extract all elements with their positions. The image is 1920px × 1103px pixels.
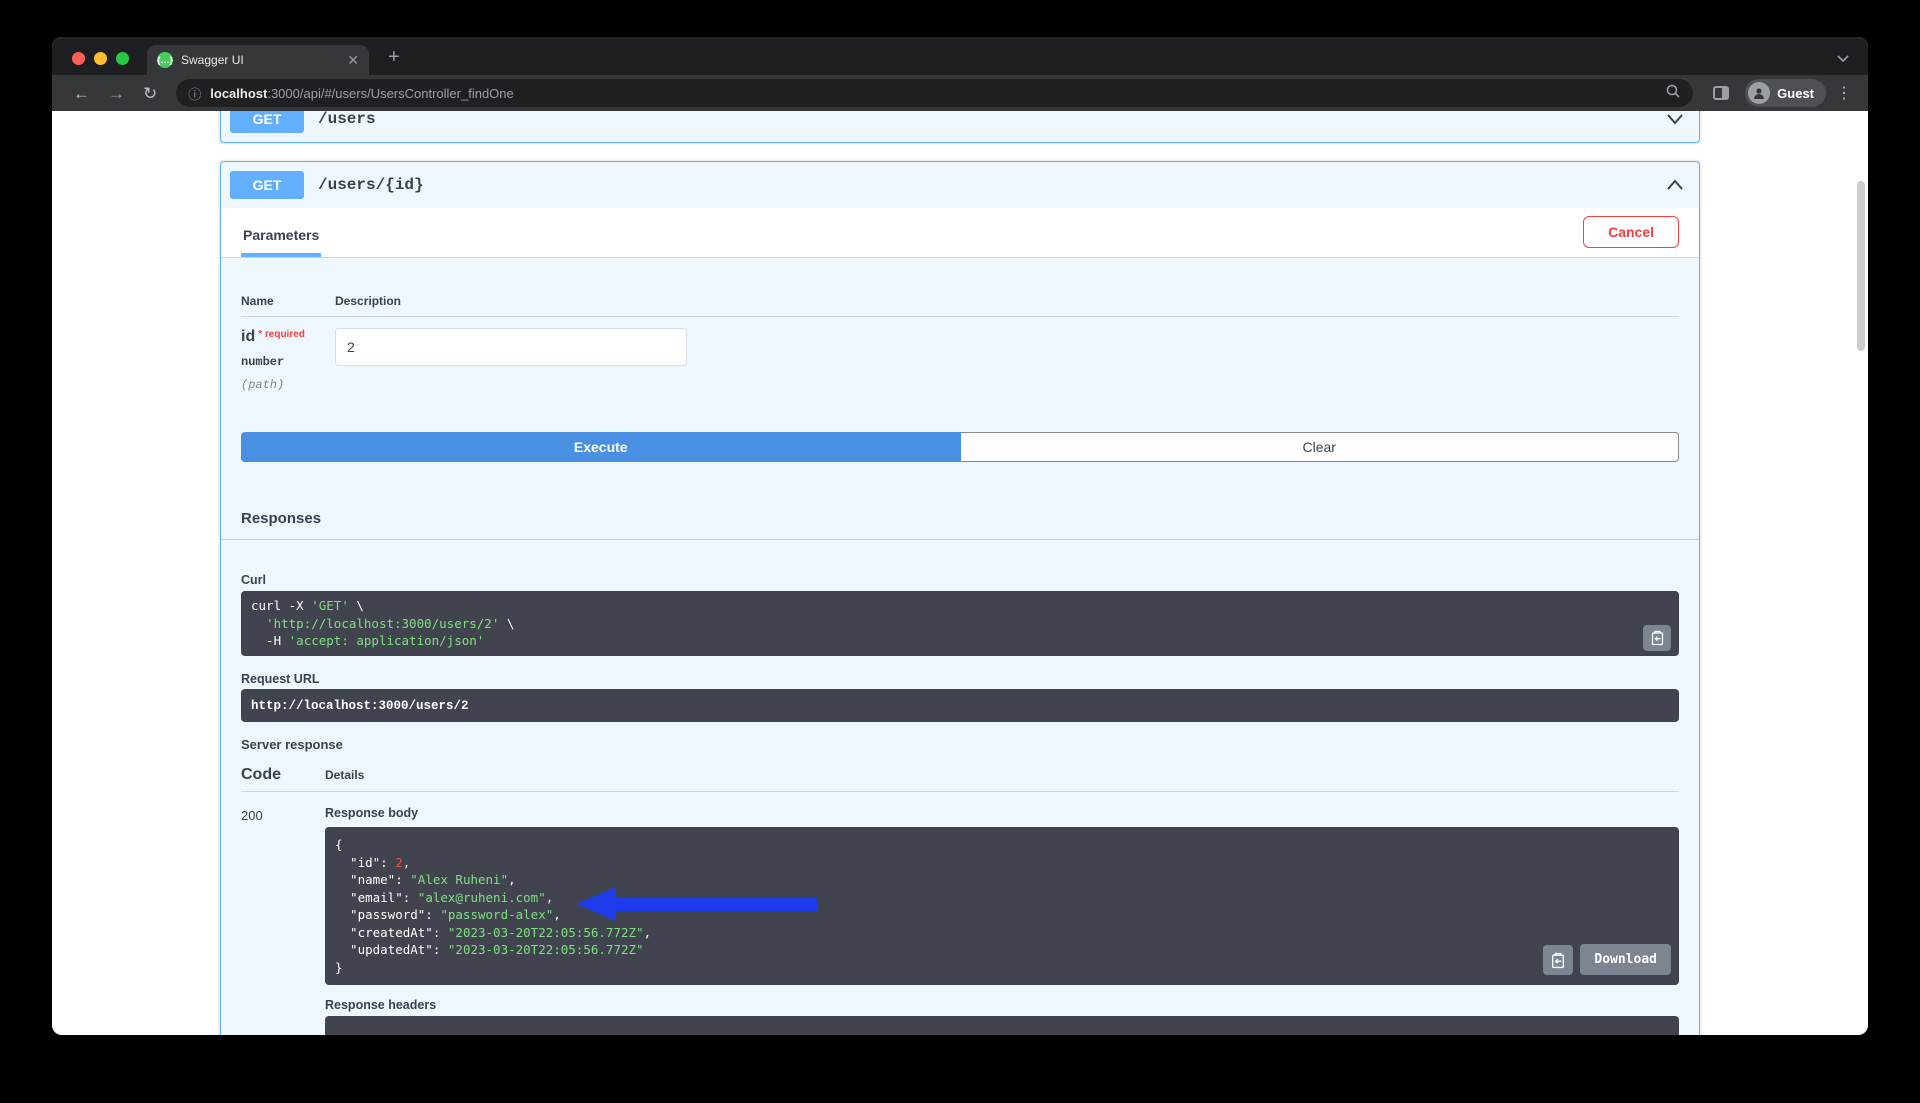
avatar-icon (1748, 82, 1771, 104)
request-url-block: http://localhost:3000/users/2 (241, 688, 1679, 722)
param-row-id: id * required number (path) (241, 317, 1679, 392)
response-row-200: 200 Response body { "id": 2, "name": "Al… (241, 806, 1679, 1035)
server-response-label: Server response (241, 737, 343, 752)
param-required-flag: * required (258, 329, 305, 340)
browser-tab[interactable]: {…} Swagger UI ✕ (147, 45, 369, 75)
response-headers-block (325, 1016, 1679, 1035)
response-body-json: { "id": 2, "name": "Alex Ruheni", "email… (335, 837, 652, 975)
method-badge: GET (230, 171, 304, 199)
response-body-label: Response body (325, 806, 419, 820)
chevron-up-icon (1665, 178, 1685, 192)
parameters-table: Name Description id * required number (pa… (221, 258, 1699, 392)
column-header-details: Details (325, 768, 365, 782)
scrollbar-thumb[interactable] (1857, 181, 1865, 351)
column-header-description: Description (335, 294, 402, 308)
param-name: id (241, 328, 256, 345)
response-table-header: Code Details (241, 766, 1679, 792)
copy-to-clipboard-button[interactable] (1643, 624, 1671, 651)
column-header-name: Name (241, 294, 274, 308)
tab-search-chevron-icon[interactable] (1836, 50, 1850, 68)
url-text: localhost:3000/api/#/users/UsersControll… (210, 85, 514, 101)
reload-icon[interactable]: ↻ (143, 85, 157, 102)
parameters-tab-header: Parameters Cancel (221, 208, 1699, 258)
endpoint-path: /users/{id} (318, 176, 424, 194)
swagger-wrapper: GET /users GET /users/{id} Parameters Ca… (220, 111, 1700, 1035)
traffic-lights (72, 52, 129, 65)
new-tab-button[interactable]: + (388, 47, 400, 67)
chevron-down-icon (1665, 112, 1685, 126)
site-info-icon[interactable]: ⓘ (188, 84, 201, 103)
param-id-input[interactable] (335, 328, 687, 366)
swagger-favicon-icon: {…} (157, 52, 173, 68)
forward-icon[interactable]: → (108, 85, 125, 102)
back-icon[interactable]: ← (73, 85, 90, 102)
side-panel-icon[interactable] (1713, 86, 1730, 100)
search-icon[interactable] (1665, 83, 1681, 104)
opblock-get-users-id-header[interactable]: GET /users/{id} (221, 162, 1699, 208)
cancel-button[interactable]: Cancel (1583, 216, 1679, 248)
browser-toolbar: ← → ↻ ⓘ localhost:3000/api/#/users/Users… (52, 75, 1868, 111)
request-url-label: Request URL (241, 671, 320, 686)
profile-button[interactable]: Guest (1745, 79, 1826, 107)
responses-heading: Responses (221, 510, 1699, 540)
browser-menu-icon[interactable]: ⋮ (1836, 83, 1852, 103)
address-bar[interactable]: ⓘ localhost:3000/api/#/users/UsersContro… (176, 79, 1694, 107)
swagger-page: GET /users GET /users/{id} Parameters Ca… (52, 111, 1868, 1035)
column-header-code: Code (241, 766, 281, 783)
browser-window: {…} Swagger UI ✕ + ← → ↻ ⓘ localhost:300… (52, 37, 1868, 1035)
tab-close-icon[interactable]: ✕ (347, 53, 359, 67)
curl-label: Curl (241, 573, 266, 587)
param-type: number (241, 355, 285, 369)
method-badge: GET (230, 111, 304, 133)
opblock-get-users-header[interactable]: GET /users (221, 111, 1699, 142)
responses-section: Responses Curl curl -X 'GET' \ 'http://l… (221, 510, 1699, 1035)
tab-title: Swagger UI (181, 53, 244, 67)
tab-strip: {…} Swagger UI ✕ + (52, 37, 1868, 75)
execute-row: Execute Clear (221, 432, 1699, 462)
response-body-block: { "id": 2, "name": "Alex Ruheni", "email… (325, 827, 1679, 985)
execute-button[interactable]: Execute (241, 432, 961, 462)
profile-label: Guest (1777, 85, 1814, 101)
copy-to-clipboard-button[interactable] (1543, 945, 1573, 975)
minimize-window-button[interactable] (94, 52, 107, 65)
opblock-get-users: GET /users (220, 111, 1700, 143)
curl-command-text: curl -X 'GET' \ 'http://localhost:3000/u… (251, 598, 515, 648)
endpoint-path: /users (318, 111, 376, 128)
status-code: 200 (241, 808, 263, 823)
curl-command-block: curl -X 'GET' \ 'http://localhost:3000/u… (241, 591, 1679, 656)
opblock-get-users-id: GET /users/{id} Parameters Cancel Name D… (220, 161, 1700, 1035)
response-headers-label: Response headers (325, 998, 437, 1012)
clear-button[interactable]: Clear (960, 432, 1679, 462)
param-location: (path) (241, 378, 285, 392)
download-button[interactable]: Download (1580, 944, 1671, 975)
close-window-button[interactable] (72, 52, 85, 65)
request-url-text: http://localhost:3000/users/2 (251, 698, 469, 713)
maximize-window-button[interactable] (116, 52, 129, 65)
tab-parameters[interactable]: Parameters (241, 211, 322, 257)
